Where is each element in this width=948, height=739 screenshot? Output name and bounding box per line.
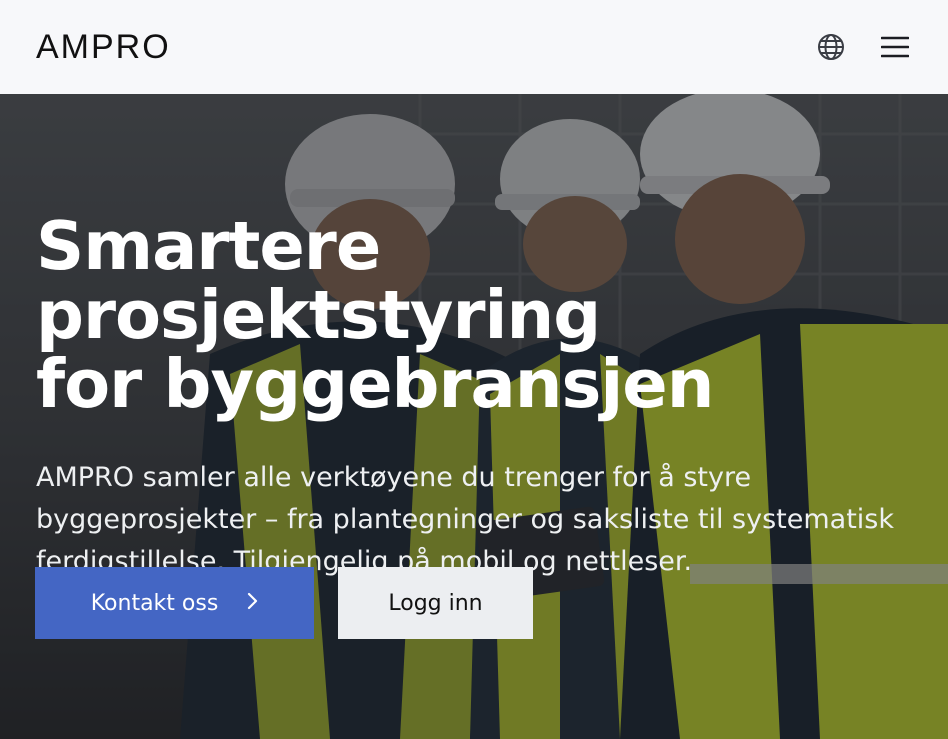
contact-us-label: Kontakt oss — [90, 590, 219, 616]
header-actions — [814, 30, 912, 64]
hero-content: Smartere prosjektstyring for byggebransj… — [36, 212, 926, 583]
login-label: Logg inn — [388, 590, 483, 616]
hero-cta-row: Kontakt oss Logg inn — [35, 567, 533, 639]
login-button[interactable]: Logg inn — [338, 567, 533, 639]
hero-title-line-2: for byggebransjen — [36, 345, 714, 423]
site-header: AMPRO — [0, 0, 948, 94]
hero-title: Smartere prosjektstyring for byggebransj… — [36, 212, 926, 419]
ampro-logo[interactable]: AMPRO — [36, 30, 171, 64]
hero-section: Smartere prosjektstyring for byggebransj… — [0, 94, 948, 739]
contact-us-button[interactable]: Kontakt oss — [35, 567, 314, 639]
hero-description: AMPRO samler alle verktøyene du trenger … — [36, 462, 895, 577]
hero-title-line-1: Smartere prosjektstyring — [36, 207, 601, 354]
chevron-right-icon — [246, 591, 258, 616]
hamburger-menu-icon[interactable] — [878, 30, 912, 64]
globe-icon[interactable] — [814, 30, 848, 64]
